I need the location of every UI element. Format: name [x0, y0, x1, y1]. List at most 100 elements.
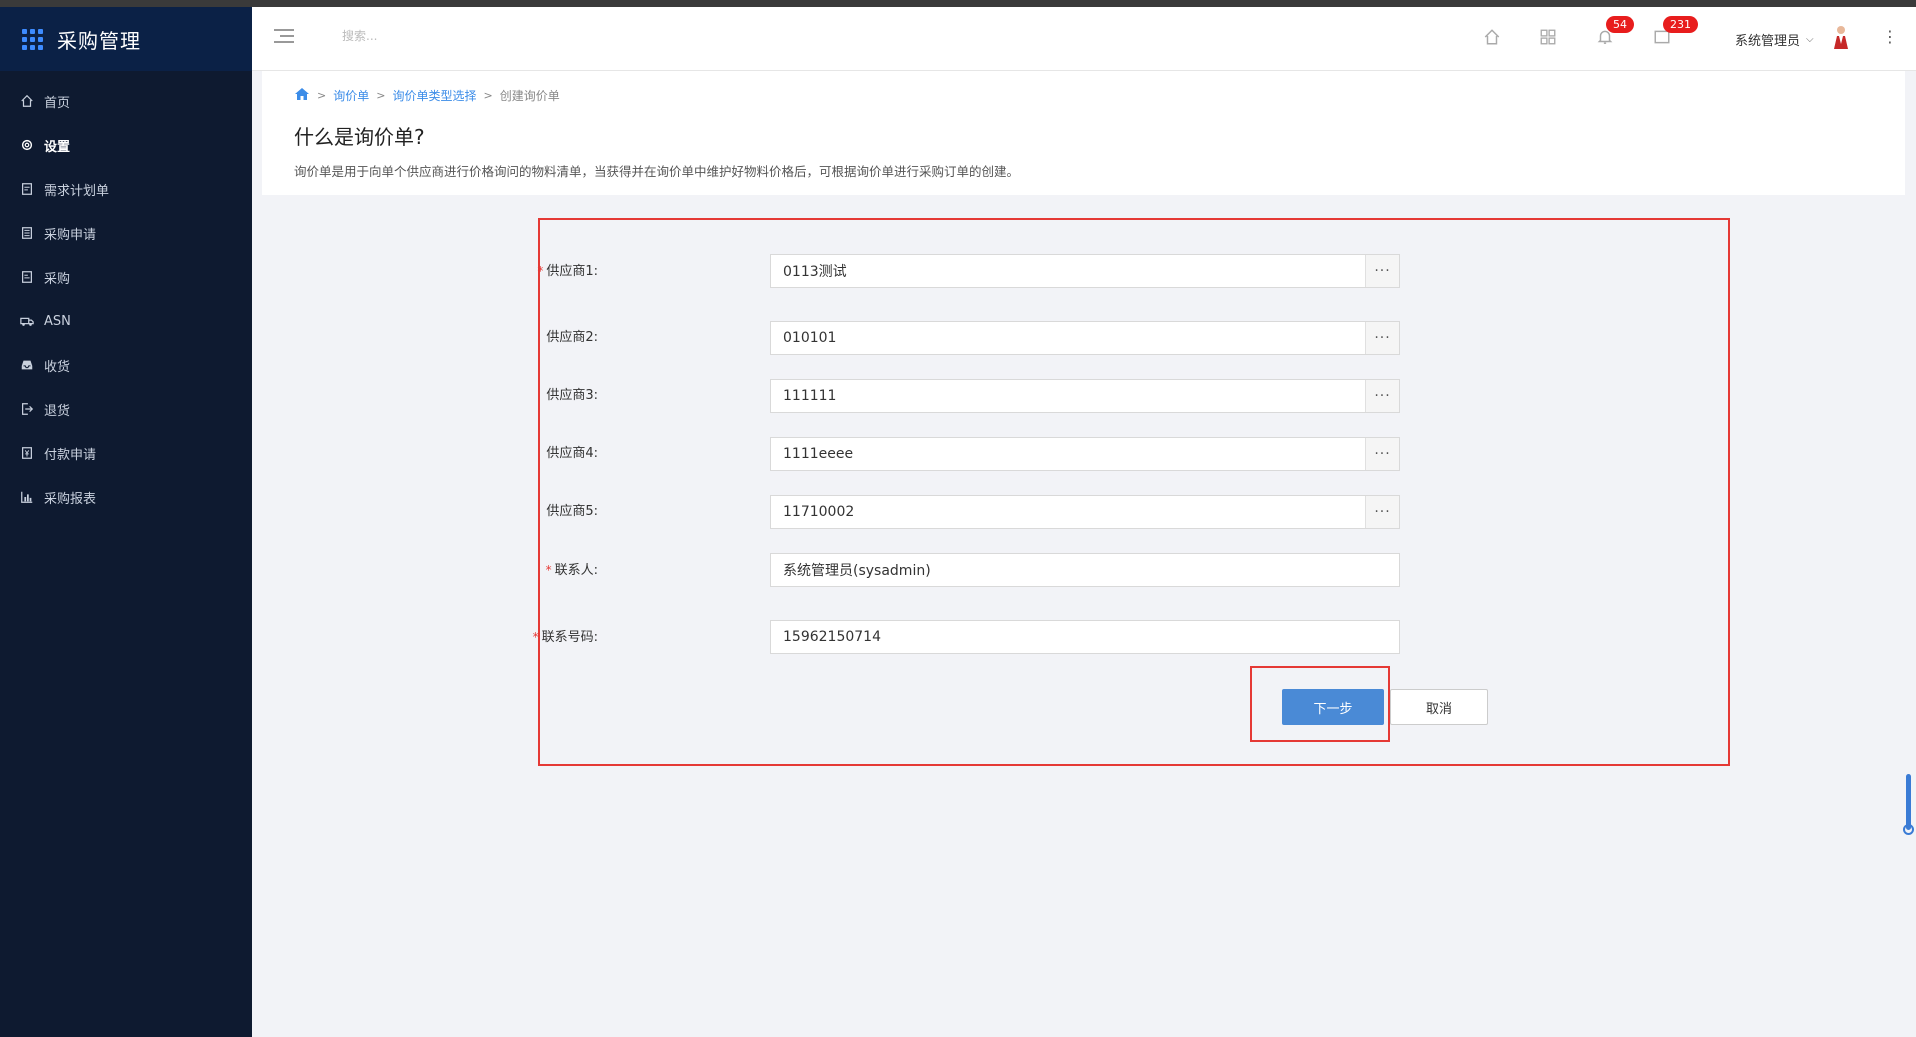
app-title: 采购管理 [57, 28, 141, 53]
phone-field [770, 620, 1400, 654]
chevron-down-icon: ⌵ [1806, 34, 1814, 45]
user-menu[interactable]: 系统管理员 ⌵ [1735, 30, 1814, 49]
scrollbar-handle[interactable] [1903, 774, 1914, 835]
supplier-4-input[interactable] [771, 438, 1365, 470]
sidebar-item-purchase-report[interactable]: 采购报表 [0, 475, 252, 519]
field-label: * 联系人: [545, 563, 598, 578]
sidebar-item-label: 退货 [44, 403, 71, 419]
page-description: 询价单是用于向单个供应商进行价格询问的物料清单，当获得并在询价单中维护好物料价格… [294, 164, 1020, 179]
home-icon [20, 94, 34, 108]
bar-chart-icon [20, 490, 34, 504]
inquiry-form: *供应商1: ··· 供应商2: ··· 供应商3: ··· 供应商4: ···… [533, 218, 1730, 766]
supplier-3-lookup-button[interactable]: ··· [1365, 380, 1399, 412]
form-row-supplier-2: 供应商2: ··· [540, 321, 1728, 355]
contact-input[interactable] [771, 554, 1399, 586]
supplier-3-field: ··· [770, 379, 1400, 413]
gear-icon [20, 138, 34, 152]
form-row-supplier-1: *供应商1: ··· [537, 254, 1728, 288]
cancel-button[interactable]: 取消 [1390, 689, 1488, 725]
message-icon[interactable]: 231 [1653, 16, 1698, 48]
notification-bell-icon[interactable]: 54 [1596, 16, 1634, 48]
form-row-phone: * 联系号码: [533, 620, 1728, 654]
supplier-2-input[interactable] [771, 322, 1365, 354]
more-vertical-icon[interactable]: ⋮ [1882, 27, 1898, 47]
apps-icon[interactable] [1539, 28, 1559, 48]
list-icon [20, 270, 34, 284]
next-step-button[interactable]: 下一步 [1282, 689, 1384, 725]
truck-icon [20, 314, 34, 328]
document-icon [20, 226, 34, 240]
form-row-supplier-3: 供应商3: ··· [540, 379, 1728, 413]
inbox-icon [20, 358, 34, 372]
required-marker: * [537, 264, 544, 278]
sidebar-item-payment-request[interactable]: 付款申请 [0, 431, 252, 475]
sidebar-item-receiving[interactable]: 收货 [0, 343, 252, 387]
sidebar-item-purchase[interactable]: 采购 [0, 255, 252, 299]
page-header-panel: > 询价单 > 询价单类型选择 > 创建询价单 什么是询价单? 询价单是用于向单… [262, 71, 1905, 195]
form-row-supplier-4: 供应商4: ··· [540, 437, 1728, 471]
search-input[interactable] [342, 29, 542, 43]
breadcrumb: > 询价单 > 询价单类型选择 > 创建询价单 [294, 87, 560, 104]
return-icon [20, 402, 34, 416]
sidebar-item-settings[interactable]: 设置 [0, 123, 252, 167]
required-marker: * [532, 630, 539, 644]
sidebar-item-label: 需求计划单 [44, 183, 110, 199]
field-label: * 供应商1: [537, 264, 598, 279]
message-count-badge: 231 [1663, 16, 1698, 33]
form-row-supplier-5: 供应商5: ··· [540, 495, 1728, 529]
home-shortcut-icon[interactable] [1483, 28, 1503, 48]
required-marker: * [545, 563, 552, 577]
sidebar-item-demand-plan[interactable]: 需求计划单 [0, 167, 252, 211]
supplier-5-field: ··· [770, 495, 1400, 529]
field-label: 供应商3: [546, 388, 598, 403]
supplier-1-field: ··· [770, 254, 1400, 288]
page-title: 什么是询价单? [294, 125, 425, 149]
top-header: 54 231 系统管理员 ⌵ ⋮ [252, 7, 1916, 71]
sidebar-item-asn[interactable]: ASN [0, 299, 252, 343]
window-top-strip [0, 0, 1916, 7]
sidebar-item-purchase-request[interactable]: 采购申请 [0, 211, 252, 255]
supplier-5-input[interactable] [771, 496, 1365, 528]
sidebar-item-label: 首页 [44, 95, 71, 111]
breadcrumb-separator: > [317, 89, 327, 102]
sidebar-item-label: 设置 [44, 139, 71, 155]
clipboard-icon [20, 182, 34, 196]
supplier-3-input[interactable] [771, 380, 1365, 412]
field-label: 供应商2: [546, 330, 598, 345]
field-label: 供应商4: [546, 446, 598, 461]
apps-grid-icon[interactable] [22, 28, 43, 50]
supplier-2-lookup-button[interactable]: ··· [1365, 322, 1399, 354]
breadcrumb-inquiry[interactable]: 询价单 [333, 87, 369, 104]
supplier-4-lookup-button[interactable]: ··· [1365, 438, 1399, 470]
breadcrumb-inquiry-type[interactable]: 询价单类型选择 [392, 87, 476, 104]
payment-icon [20, 446, 34, 460]
home-breadcrumb-icon[interactable] [294, 87, 310, 104]
sidebar-item-return[interactable]: 退货 [0, 387, 252, 431]
breadcrumb-separator: > [483, 89, 493, 102]
supplier-5-lookup-button[interactable]: ··· [1365, 496, 1399, 528]
sidebar-item-label: ASN [44, 313, 71, 329]
breadcrumb-separator: > [376, 89, 386, 102]
supplier-1-input[interactable] [771, 255, 1365, 287]
phone-input[interactable] [771, 621, 1399, 653]
field-label: * 联系号码: [532, 630, 598, 645]
sidebar-item-home[interactable]: 首页 [0, 79, 252, 123]
field-label: 供应商5: [546, 504, 598, 519]
breadcrumb-current: 创建询价单 [499, 89, 560, 103]
sidebar-item-label: 采购申请 [44, 227, 97, 243]
sidebar-item-label: 采购报表 [44, 491, 97, 507]
sidebar-item-label: 付款申请 [44, 447, 97, 463]
supplier-2-field: ··· [770, 321, 1400, 355]
sidebar-item-label: 收货 [44, 359, 71, 375]
sidebar-menu: 首页 设置 需求计划单 采购申请 采购 ASN 收货 退货 付款申请 采购报表 [0, 79, 252, 519]
supplier-4-field: ··· [770, 437, 1400, 471]
form-row-contact: * 联系人: [540, 553, 1728, 587]
avatar[interactable] [1829, 24, 1853, 50]
user-name: 系统管理员 [1735, 34, 1801, 49]
notification-count-badge: 54 [1606, 16, 1634, 33]
brand-header: 采购管理 [0, 7, 252, 71]
sidebar-item-label: 采购 [44, 271, 71, 287]
supplier-1-lookup-button[interactable]: ··· [1365, 255, 1399, 287]
menu-toggle-icon[interactable] [274, 29, 294, 47]
sidebar: 采购管理 首页 设置 需求计划单 采购申请 采购 ASN 收货 退货 付款申请 … [0, 7, 252, 1037]
